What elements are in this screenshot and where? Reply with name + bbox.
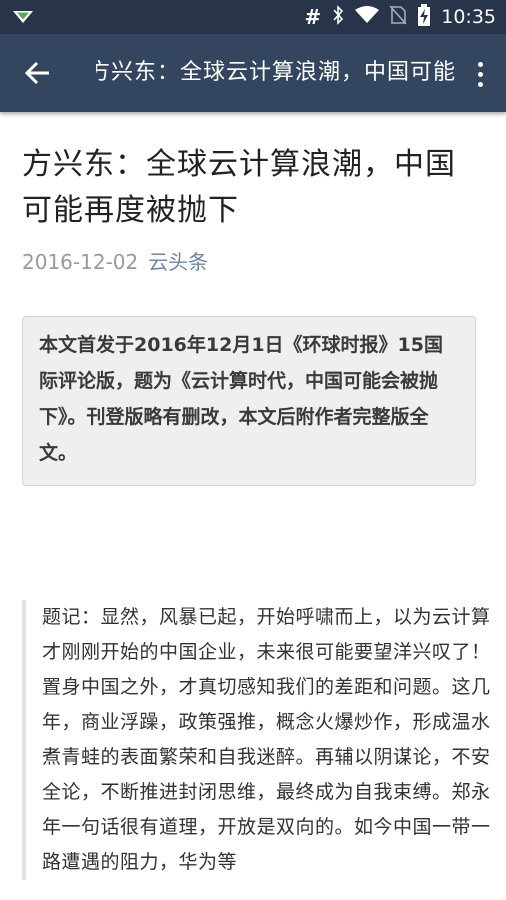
arrow-back-icon[interactable] xyxy=(18,53,58,93)
article-meta: 2016-12-02 云头条 xyxy=(22,246,208,275)
article-source-link[interactable]: 云头条 xyxy=(148,250,208,274)
article-headline: 方兴东：全球云计算浪潮，中国可能再度被抛下 xyxy=(22,147,456,228)
article-quote: 题记：显然，风暴已起，开始呼啸而上，以为云计算才刚刚开始的中国企业，未来很可能要… xyxy=(22,600,502,880)
article-date: 2016-12-02 xyxy=(22,250,139,274)
no-sim-icon xyxy=(389,5,407,29)
hash-icon: # xyxy=(304,5,322,29)
app-bar-title-text: 方兴东：全球云计算浪潮，中国可能再度被抛下 xyxy=(96,60,456,85)
more-vert-icon[interactable] xyxy=(468,54,492,94)
wifi-icon xyxy=(355,6,380,28)
bluetooth-icon xyxy=(331,5,345,29)
page-title: 方兴东：全球云计算浪潮，中国可能再度被抛下 xyxy=(96,34,456,112)
battery-charging-icon xyxy=(417,4,431,30)
notification-icon xyxy=(12,8,34,30)
clock: 10:35 xyxy=(441,6,496,28)
status-bar: # 10:35 xyxy=(0,0,506,34)
article-notice: 本文首发于2016年12月1日《环球时报》15国际评论版，题为《云计算时代，中国… xyxy=(22,316,476,486)
app-bar: 方兴东：全球云计算浪潮，中国可能再度被抛下 xyxy=(0,34,506,112)
